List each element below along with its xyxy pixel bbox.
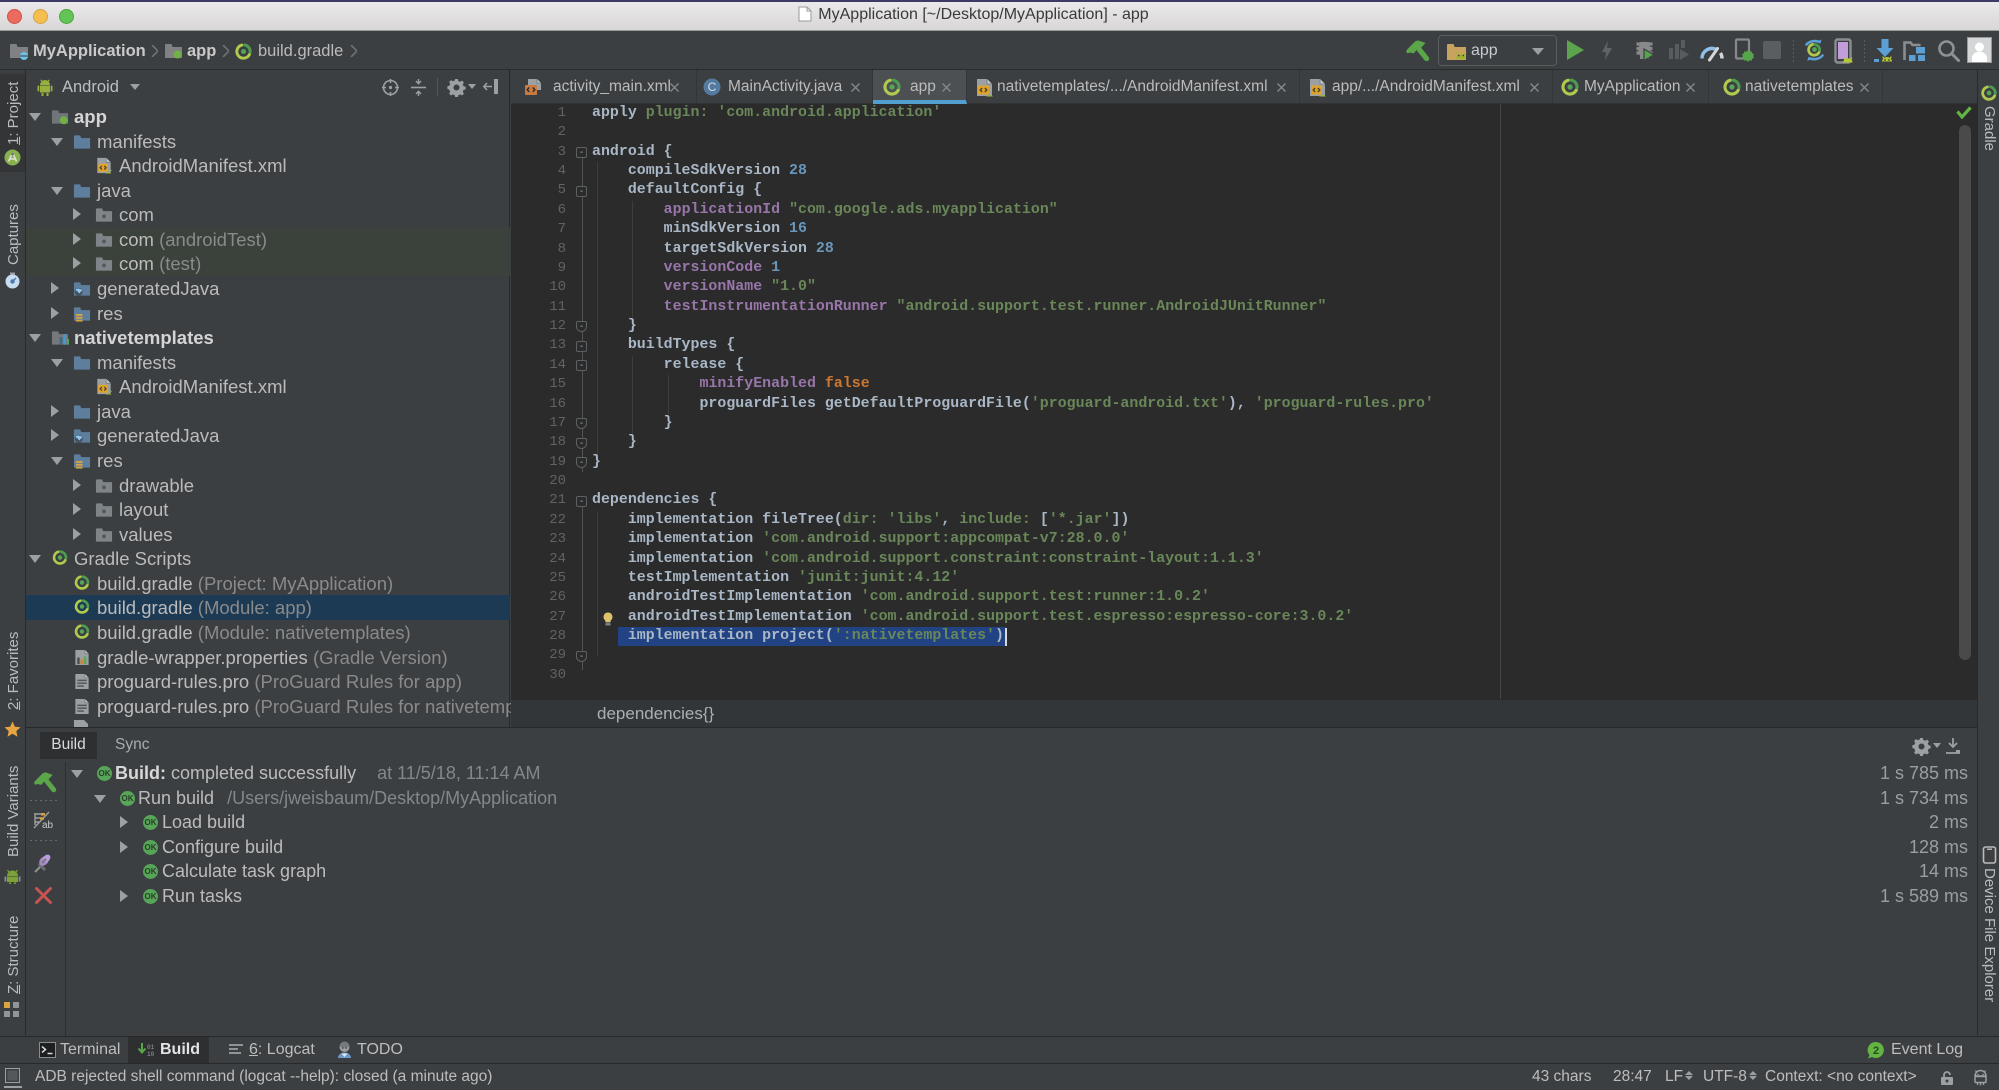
svg-text:2: 2 [1873,1045,1879,1057]
svg-text:01: 01 [147,1044,154,1051]
svg-text:C: C [708,80,717,94]
svg-text:10: 10 [147,1051,154,1058]
svg-text:ab: ab [42,820,53,829]
